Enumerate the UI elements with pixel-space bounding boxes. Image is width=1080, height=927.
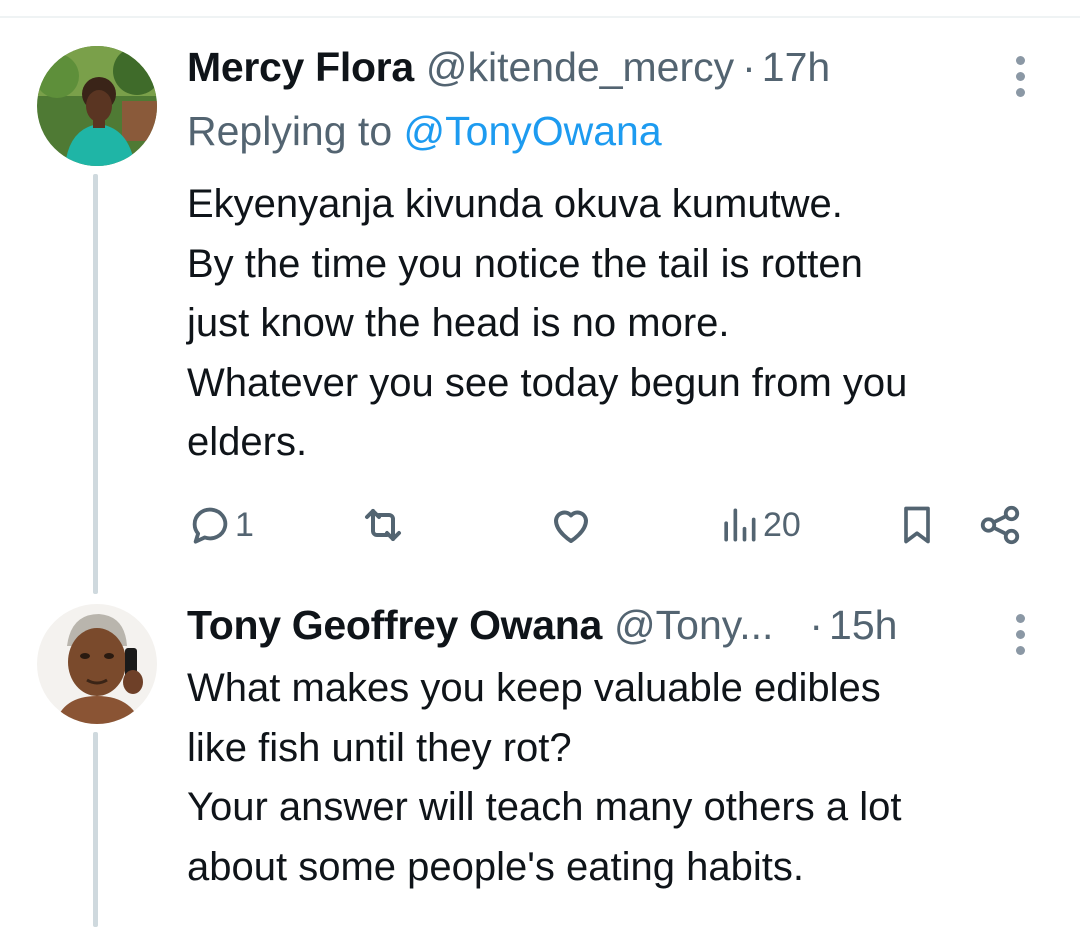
- tweet-text-line: By the time you notice the tail is rotte…: [187, 241, 863, 286]
- timestamp[interactable]: 15h: [829, 602, 897, 649]
- like-button[interactable]: [547, 495, 595, 555]
- tweet-text-line: What makes you keep valuable edibles: [187, 666, 881, 710]
- tweet-text-line: elders.: [187, 420, 308, 464]
- tweet-text: What makes you keep valuable edibles lik…: [187, 659, 901, 897]
- bookmark-button[interactable]: [895, 495, 939, 555]
- tweet-actions: 1 20: [187, 495, 1027, 555]
- tweet-text-line: about some people's eating habits.: [187, 844, 804, 889]
- tweet-text-line: like fish until they rot?: [187, 725, 572, 770]
- tweet-text-line: Whatever you see today begun from you: [187, 360, 908, 405]
- like-icon: [547, 501, 595, 549]
- author-handle[interactable]: @Tony...: [614, 602, 773, 649]
- reply-icon: [187, 502, 233, 548]
- reply-count: 1: [235, 505, 254, 544]
- tweet-text-line: Ekyenyanja kivunda okuva kumutwe.: [187, 182, 843, 226]
- separator-dot: ·: [809, 602, 824, 648]
- tweet-header: Tony Geoffrey Owana @Tony... · 15h: [187, 602, 897, 650]
- tweet-text: Ekyenyanja kivunda okuva kumutwe. By the…: [187, 175, 907, 473]
- reply-button[interactable]: 1: [187, 495, 254, 555]
- more-icon[interactable]: [1013, 614, 1027, 655]
- author-name[interactable]: Mercy Flora: [187, 44, 414, 91]
- views-icon: [717, 503, 761, 547]
- author-handle[interactable]: @kitende_mercy: [426, 44, 734, 91]
- avatar[interactable]: [37, 46, 157, 166]
- replying-to-mention[interactable]: @TonyOwana: [404, 108, 662, 154]
- author-name[interactable]: Tony Geoffrey Owana: [187, 602, 602, 649]
- top-divider: [0, 16, 1080, 18]
- views-count: 20: [763, 505, 801, 544]
- avatar[interactable]: [37, 604, 157, 724]
- replying-to-label: Replying to: [187, 108, 393, 154]
- separator-dot: ·: [742, 44, 756, 90]
- thread-line: [93, 174, 98, 594]
- share-icon: [977, 502, 1023, 548]
- retweet-icon: [359, 501, 407, 549]
- thread-line: [93, 732, 98, 927]
- tweet-text-line: just know the head is no more.: [187, 301, 730, 345]
- replying-to: Replying to @TonyOwana: [187, 108, 662, 155]
- tweet-text-line: Your answer will teach many others a lot: [187, 785, 902, 829]
- tweet-header: Mercy Flora @kitende_mercy · 17h: [187, 44, 830, 92]
- retweet-button[interactable]: [359, 495, 407, 555]
- share-button[interactable]: [977, 495, 1023, 555]
- more-icon[interactable]: [1013, 56, 1027, 97]
- timestamp[interactable]: 17h: [762, 44, 830, 91]
- bookmark-icon: [895, 501, 939, 549]
- views-button[interactable]: 20: [717, 495, 801, 555]
